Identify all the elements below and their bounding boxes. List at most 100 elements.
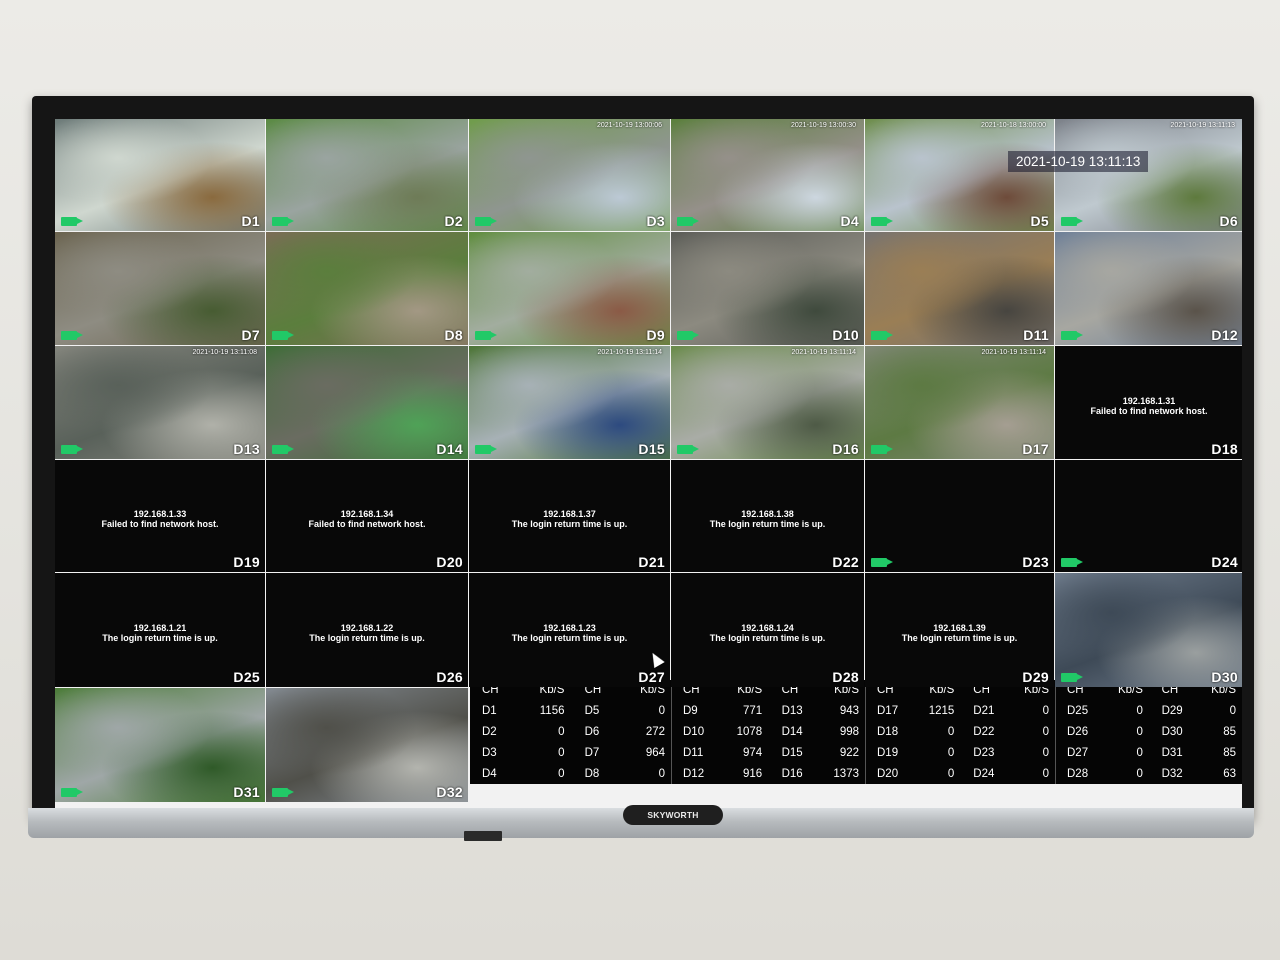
stats-header-row: CH Kb/S CH Kb/S — [865, 684, 1055, 704]
camera-tile-d29[interactable]: 192.168.1.39 The login return time is up.… — [865, 573, 1054, 687]
stats-bitrate-cell: 0 — [1136, 768, 1143, 780]
stats-channel-cell: D19 — [877, 747, 899, 759]
camera-icon — [272, 331, 294, 340]
channel-label: D28 — [832, 669, 859, 685]
stats-bitrate-cell: 0 — [1136, 747, 1143, 759]
camera-tile-d4[interactable]: 2021-10-19 13:00:30 D4 — [671, 119, 864, 231]
stats-bitrate-cell: 0 — [658, 768, 665, 780]
camera-ip-address: 192.168.1.22 — [340, 623, 394, 634]
camera-status-text: Failed to find network host. — [101, 519, 219, 530]
camera-icon — [1061, 558, 1083, 567]
camera-timestamp: 2021-10-18 13:00:00 — [981, 122, 1046, 129]
channel-label: D29 — [1022, 669, 1049, 685]
stats-row: D27 0 D31 85 — [1055, 747, 1242, 767]
camera-status-text: The login return time is up. — [511, 633, 628, 644]
stats-channel-cell: D11 — [683, 747, 704, 759]
channel-label: D27 — [638, 669, 665, 685]
camera-tile-d6[interactable]: 2021-10-19 13:11:13 D6 — [1055, 119, 1242, 231]
camera-tile-d19[interactable]: 192.168.1.33 Failed to find network host.… — [55, 460, 265, 572]
camera-tile-d2[interactable]: D2 — [266, 119, 468, 231]
stats-channel-cell: D16 — [781, 768, 803, 780]
camera-tile-d14[interactable]: D14 — [266, 346, 468, 459]
camera-tile-d27[interactable]: 192.168.1.23 The login return time is up.… — [469, 573, 670, 687]
camera-tile-d30[interactable]: D30 — [1055, 573, 1242, 687]
camera-ip-address: 192.168.1.24 — [741, 623, 794, 634]
camera-icon — [871, 445, 893, 454]
stats-row: D1 1156 D5 0 — [470, 705, 671, 725]
camera-tile-d11[interactable]: D11 — [865, 232, 1054, 345]
camera-tile-d24[interactable]: D24 — [1055, 460, 1242, 572]
camera-tile-d1[interactable]: D1 — [55, 119, 265, 231]
stats-bitrate-cell: 1373 — [833, 768, 859, 780]
channel-label: D20 — [436, 554, 463, 570]
camera-tile-d15[interactable]: 2021-10-19 13:11:14 D15 — [469, 346, 670, 459]
camera-feed-image — [1055, 119, 1242, 231]
camera-tile-d31[interactable]: D31 — [55, 688, 265, 802]
channel-label: D6 — [1219, 213, 1238, 229]
camera-timestamp: 2021-10-19 13:11:14 — [981, 349, 1046, 356]
camera-timestamp: 2021-10-19 13:11:14 — [597, 349, 662, 356]
camera-tile-d10[interactable]: D10 — [671, 232, 864, 345]
camera-ip-address: 192.168.1.38 — [741, 509, 794, 520]
stats-bitrate-cell: 0 — [947, 747, 955, 759]
camera-tile-d7[interactable]: D7 — [55, 232, 265, 345]
datetime-overlay: 2021-10-19 13:11:13 — [1008, 151, 1149, 172]
camera-timestamp: 2021-10-19 13:11:13 — [1170, 122, 1235, 129]
camera-tile-d13[interactable]: 2021-10-19 13:11:08 D13 — [55, 346, 265, 459]
stats-channel-cell: D7 — [584, 747, 600, 759]
camera-tile-d18[interactable]: 192.168.1.31 Failed to find network host.… — [1055, 346, 1242, 459]
camera-tile-d23[interactable]: D23 — [865, 460, 1054, 572]
stats-row: D25 0 D29 0 — [1055, 705, 1242, 725]
stats-channel-cell: D22 — [973, 726, 995, 738]
camera-tile-d17[interactable]: 2021-10-19 13:11:14 D17 — [865, 346, 1054, 459]
channel-label: D30 — [1211, 669, 1238, 685]
channel-label: D10 — [832, 327, 859, 343]
camera-tile-d25[interactable]: 192.168.1.21 The login return time is up.… — [55, 573, 265, 687]
camera-tile-d8[interactable]: D8 — [266, 232, 468, 345]
stats-channel-cell: D17 — [877, 705, 899, 717]
stats-bitrate-cell: 85 — [1223, 726, 1236, 738]
stats-header-row: CH Kb/S CH Kb/S — [1055, 684, 1242, 704]
stats-bitrate-cell: 0 — [658, 705, 665, 717]
channel-label: D12 — [1211, 327, 1238, 343]
camera-tile-d32[interactable]: D32 — [266, 688, 468, 802]
stats-row: D20 0 D24 0 — [865, 768, 1055, 788]
camera-error-message: 192.168.1.33 Failed to find network host. — [55, 509, 265, 529]
camera-icon — [61, 788, 83, 797]
stats-bitrate-cell: 974 — [743, 747, 763, 759]
stats-channel-cell: D13 — [781, 705, 803, 717]
camera-tile-d5[interactable]: 2021-10-18 13:00:00 D5 — [865, 119, 1054, 231]
camera-tile-d12[interactable]: D12 — [1055, 232, 1242, 345]
camera-ip-address: 192.168.1.34 — [340, 509, 394, 520]
camera-icon — [475, 217, 497, 226]
camera-status-text: The login return time is up. — [709, 519, 826, 530]
stats-block-4: CH Kb/S CH Kb/S D25 0 D29 0 D26 0 D30 85 D27 0 D31 85 D2… — [1055, 680, 1242, 784]
camera-ip-address: 192.168.1.31 — [1122, 395, 1176, 406]
camera-tile-d3[interactable]: 2021-10-19 13:00:06 D3 — [469, 119, 670, 231]
stats-channel-cell: D14 — [781, 726, 803, 738]
stats-bitrate-cell: 1215 — [928, 705, 955, 717]
camera-error-message: 192.168.1.39 The login return time is up. — [865, 623, 1054, 643]
camera-tile-d21[interactable]: 192.168.1.37 The login return time is up.… — [469, 460, 670, 572]
camera-icon — [871, 558, 893, 567]
stats-row: D17 1215 D21 0 — [865, 705, 1055, 725]
camera-tile-d26[interactable]: 192.168.1.22 The login return time is up.… — [266, 573, 468, 687]
camera-tile-d9[interactable]: D9 — [469, 232, 670, 345]
channel-label: D14 — [436, 441, 463, 457]
channel-label: D31 — [233, 784, 260, 800]
camera-status-text: The login return time is up. — [511, 519, 628, 530]
stats-bitrate-cell: 0 — [1136, 726, 1143, 738]
channel-label: D24 — [1211, 554, 1238, 570]
channel-label: D19 — [233, 554, 260, 570]
channel-label: D26 — [436, 669, 463, 685]
camera-tile-d28[interactable]: 192.168.1.24 The login return time is up.… — [671, 573, 864, 687]
stats-channel-cell: D8 — [584, 768, 600, 780]
camera-tile-d22[interactable]: 192.168.1.38 The login return time is up.… — [671, 460, 864, 572]
camera-tile-d16[interactable]: 2021-10-19 13:11:14 D16 — [671, 346, 864, 459]
stats-channel-cell: D26 — [1067, 726, 1089, 738]
camera-icon — [272, 445, 294, 454]
stats-bitrate-cell: 0 — [558, 726, 565, 738]
stats-bitrate-cell: 0 — [947, 726, 955, 738]
camera-tile-d20[interactable]: 192.168.1.34 Failed to find network host.… — [266, 460, 468, 572]
stats-header-row: CH Kb/S CH Kb/S — [671, 684, 865, 704]
